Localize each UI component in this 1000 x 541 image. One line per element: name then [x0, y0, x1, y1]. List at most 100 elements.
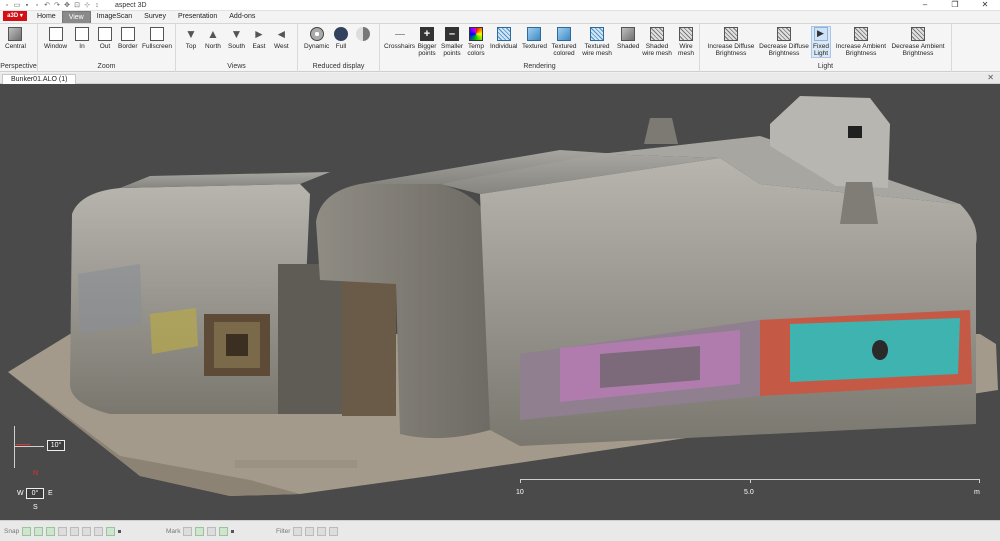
perspective-group: Central Perspective: [0, 24, 38, 72]
ground-slab: [235, 460, 357, 468]
compass-west: W: [17, 490, 24, 497]
snap-face-icon[interactable]: [70, 527, 80, 536]
smaller-points-button[interactable]: – Smaller points: [441, 27, 463, 57]
diffuse-down-icon: [777, 27, 791, 41]
document-tab-bar: Bunker01.ALO (1) ✕: [0, 73, 1000, 84]
tab-view[interactable]: View: [61, 11, 91, 23]
scale-label-start: 10: [516, 489, 524, 496]
window-title: aspect 3D: [115, 1, 147, 9]
corridor-left: [278, 264, 342, 414]
temp-colors-button[interactable]: Temp colors: [466, 27, 486, 57]
filter-icon-3[interactable]: [317, 527, 327, 536]
crosshairs-button[interactable]: Crosshairs: [384, 27, 415, 50]
view-north-button[interactable]: ▲ North: [205, 27, 221, 50]
tab-imagescan[interactable]: ImageScan: [91, 11, 138, 23]
mark-label: Mark: [166, 528, 181, 535]
undo-icon[interactable]: ↶: [43, 2, 51, 9]
app-menu-button[interactable]: a3D ▾: [3, 11, 27, 21]
zoom-border-button[interactable]: Border: [118, 27, 138, 50]
zoom-window-button[interactable]: Window: [44, 27, 67, 50]
mark-remove-icon[interactable]: [207, 527, 217, 536]
view-south-button[interactable]: ▼ South: [228, 27, 245, 50]
vent-stack: [644, 118, 678, 144]
pan-icon[interactable]: ✥: [63, 2, 71, 9]
maximize-button[interactable]: ❐: [940, 0, 970, 11]
document-close-icon[interactable]: ✕: [987, 73, 994, 83]
central-perspective-button[interactable]: Central: [5, 27, 26, 50]
increase-ambient-brightness-button[interactable]: Increase Ambient Brightness: [835, 27, 887, 57]
document-tab[interactable]: Bunker01.ALO (1): [2, 74, 77, 84]
textured-colored-button[interactable]: Textured colored: [550, 27, 578, 57]
arrow-south-icon: ▼: [230, 27, 243, 41]
zoom-out-button[interactable]: Out: [98, 27, 112, 50]
tab-presentation[interactable]: Presentation: [172, 11, 223, 23]
temp-colors-icon: [469, 27, 483, 41]
mark-select-icon[interactable]: [219, 527, 229, 536]
save-icon[interactable]: ▪: [23, 2, 31, 9]
individual-button[interactable]: Individual: [490, 27, 517, 50]
scale-label-mid: 5.0: [744, 489, 754, 496]
snap-center-icon[interactable]: [82, 527, 92, 536]
shaded-icon: [621, 27, 636, 41]
dynamic-button[interactable]: Dynamic: [304, 27, 329, 50]
full-button[interactable]: Full: [334, 27, 348, 50]
zoom-in-button[interactable]: In: [75, 27, 89, 50]
tilt-angle-label: 10°: [47, 440, 65, 451]
textured-wire-mesh-button[interactable]: Textured wire mesh: [581, 27, 613, 57]
3d-viewport[interactable]: 10° N W 0° E S 10 5.0 m: [0, 84, 1000, 520]
rendering-group: Crosshairs + Bigger points – Smaller poi…: [380, 24, 700, 72]
zoom-in-icon: [75, 27, 89, 41]
snap-line-icon[interactable]: [46, 527, 56, 536]
fixed-light-button[interactable]: Fixed Light: [811, 26, 831, 58]
shaded-button[interactable]: Shaded: [617, 27, 639, 50]
snap-edge-icon[interactable]: [34, 527, 44, 536]
zoom-group: Window In Out Border Fullscreen Zoom: [38, 24, 176, 72]
views-group: ▼ Top ▲ North ▼ South ► East ◄ West View…: [176, 24, 298, 72]
zoom-window-icon[interactable]: ⊡: [73, 2, 81, 9]
decrease-diffuse-brightness-button[interactable]: Decrease Diffuse Brightness: [758, 27, 810, 57]
mark-point-icon[interactable]: [183, 527, 193, 536]
shaded-wire-mesh-button[interactable]: Shaded wire mesh: [640, 27, 674, 57]
bigger-points-button[interactable]: + Bigger points: [416, 27, 438, 57]
arrow-north-icon: ▲: [207, 27, 219, 41]
plus-icon: +: [420, 27, 434, 41]
open-file-icon[interactable]: ▭: [13, 2, 21, 9]
measure-icon[interactable]: ⊹: [83, 2, 91, 9]
filter-icon-4[interactable]: [329, 527, 339, 536]
tilt-axis: [14, 446, 44, 447]
snap-grid-icon[interactable]: [58, 527, 68, 536]
arrow-west-icon: ◄: [275, 27, 288, 41]
zoom-out-icon: [98, 27, 112, 41]
tab-add-ons[interactable]: Add-ons: [223, 11, 261, 23]
view-east-button[interactable]: ► East: [252, 27, 266, 50]
snap-corner-icon[interactable]: [94, 527, 104, 536]
filter-icon-1[interactable]: [293, 527, 303, 536]
fullscreen-icon: [149, 27, 164, 41]
zoom-window-icon: [48, 27, 63, 41]
close-button[interactable]: ✕: [970, 0, 1000, 11]
decrease-ambient-brightness-button[interactable]: Decrease Ambient Brightness: [890, 27, 946, 57]
minimize-button[interactable]: –: [910, 0, 940, 11]
mark-add-icon[interactable]: [195, 527, 205, 536]
fullscreen-button[interactable]: Fullscreen: [142, 27, 172, 50]
wire-mesh-button[interactable]: Wire mesh: [676, 27, 696, 57]
increase-diffuse-brightness-button[interactable]: Increase Diffuse Brightness: [706, 27, 756, 57]
view-top-button[interactable]: ▼ Top: [184, 27, 198, 50]
compass-heading: 0°: [26, 488, 44, 499]
view-west-button[interactable]: ◄ West: [274, 27, 289, 50]
snap-point-icon[interactable]: [22, 527, 32, 536]
export-icon[interactable]: ↕: [93, 2, 101, 9]
textured-button[interactable]: Textured: [522, 27, 547, 50]
new-file-icon[interactable]: ▫: [3, 2, 11, 9]
compass-east: E: [48, 490, 53, 497]
redo-icon[interactable]: ↷: [53, 2, 61, 9]
tab-home[interactable]: Home: [31, 11, 62, 23]
snap-surface-icon[interactable]: [106, 527, 116, 536]
snap-toolbar: Snap: [4, 527, 122, 536]
textured-wire-mesh-icon: [590, 27, 604, 41]
reduced-settings-button[interactable]: [356, 27, 370, 41]
light-group: Increase Diffuse Brightness Decrease Dif…: [700, 24, 952, 72]
filter-icon-2[interactable]: [305, 527, 315, 536]
tab-survey[interactable]: Survey: [138, 11, 172, 23]
print-icon[interactable]: ▫: [33, 2, 41, 9]
